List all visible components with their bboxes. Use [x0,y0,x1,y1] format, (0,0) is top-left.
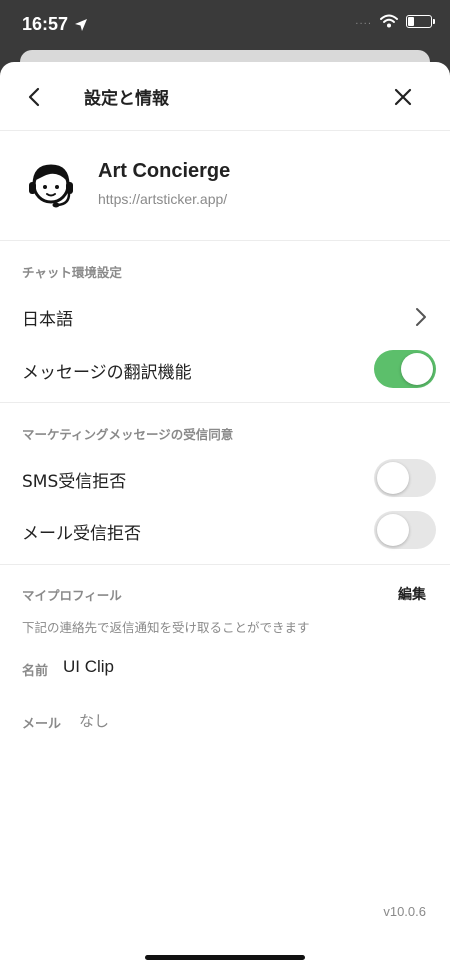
edit-profile-button[interactable]: 編集 [398,584,426,604]
settings-sheet: 設定と情報 Art Concierge https://artsticker.a… [0,62,450,972]
concierge-name: Art Concierge [98,160,231,182]
status-bar: 16:57 .... [0,0,450,50]
language-setting-label[interactable]: 日本語 [22,305,73,330]
app-version: v10.0.6 [383,904,426,919]
translation-setting-label: メッセージの翻訳機能 [22,363,192,383]
marketing-header: マーケティングメッセージの受信同意 [22,427,234,442]
name-field-label: 名前 [22,664,49,679]
concierge-profile: Art Concierge https://artsticker.app/ [0,130,450,241]
mail-setting-label: メール受信拒否 [22,524,141,544]
sms-toggle[interactable] [374,459,436,497]
home-indicator [145,955,305,960]
status-indicators: .... [355,14,435,28]
location-arrow-icon [75,18,88,31]
battery-icon [406,14,435,28]
status-time-text: 16:57 [22,14,69,34]
toggle-knob [377,514,409,546]
toggle-knob [401,353,433,385]
chevron-right-icon[interactable] [414,307,428,327]
chevron-left-icon[interactable] [24,86,46,108]
concierge-url[interactable]: https://artsticker.app/ [98,191,227,207]
page-title: 設定と情報 [84,89,169,109]
toggle-knob [377,462,409,494]
concierge-headset-avatar-icon [29,164,73,208]
sms-setting-label: SMS受信拒否 [22,472,127,492]
wifi-icon [380,14,398,28]
my-profile-header: マイプロフィール [22,588,122,603]
navigation-bar: 設定と情報 [0,62,450,131]
mail-field-value: なし [79,713,110,730]
section-divider [0,564,450,565]
name-field-value: UI Clip [63,657,115,676]
close-icon[interactable] [392,86,414,108]
chat-settings-header: チャット環境設定 [22,265,122,280]
mail-field-label: メール [22,717,62,732]
section-divider [0,402,450,403]
status-time: 16:57 [22,14,88,35]
translation-toggle[interactable] [374,350,436,388]
my-profile-description: 下記の連絡先で返信通知を受け取ることができます [22,620,310,635]
mail-toggle[interactable] [374,511,436,549]
signal-icon: .... [355,15,372,27]
